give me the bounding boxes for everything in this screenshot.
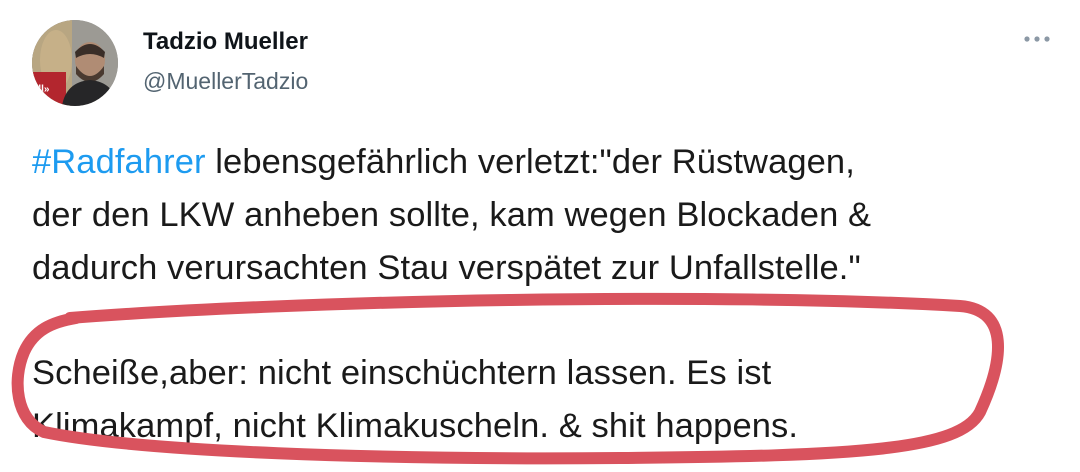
tweet-paragraph-1: #Radfahrer lebensgefährlich verletzt:"de… <box>32 136 1062 295</box>
author-display-name[interactable]: Tadzio Mueller <box>143 28 308 56</box>
more-horizontal-icon <box>1024 36 1050 42</box>
tweet-line: Klimakampf, nicht Klimakuscheln. & shit … <box>32 407 799 445</box>
more-options-button[interactable] <box>1020 22 1054 56</box>
tweet-line: Scheiße,aber: nicht einschüchtern lassen… <box>32 354 772 392</box>
avatar[interactable]: dl» <box>32 20 118 106</box>
svg-text:dl»: dl» <box>35 84 50 95</box>
hashtag-link[interactable]: #Radfahrer <box>32 143 206 181</box>
tweet-text: #Radfahrer lebensgefährlich verletzt:"de… <box>32 136 1062 453</box>
tweet-line: der den LKW anheben sollte, kam wegen Bl… <box>32 196 872 234</box>
tweet-card: dl» Tadzio Mueller @MuellerTadzio #Radfa… <box>0 0 1080 472</box>
tweet-line: #Radfahrer lebensgefährlich verletzt:"de… <box>32 136 1062 189</box>
author-handle[interactable]: @MuellerTadzio <box>143 68 308 95</box>
tweet-line-text: lebensgefährlich verletzt:"der Rüstwagen… <box>205 143 855 181</box>
tweet-line: dadurch verursachten Stau verspätet zur … <box>32 249 861 287</box>
avatar-photo: dl» <box>32 20 118 106</box>
tweet-paragraph-2: Scheiße,aber: nicht einschüchtern lassen… <box>32 347 1062 453</box>
